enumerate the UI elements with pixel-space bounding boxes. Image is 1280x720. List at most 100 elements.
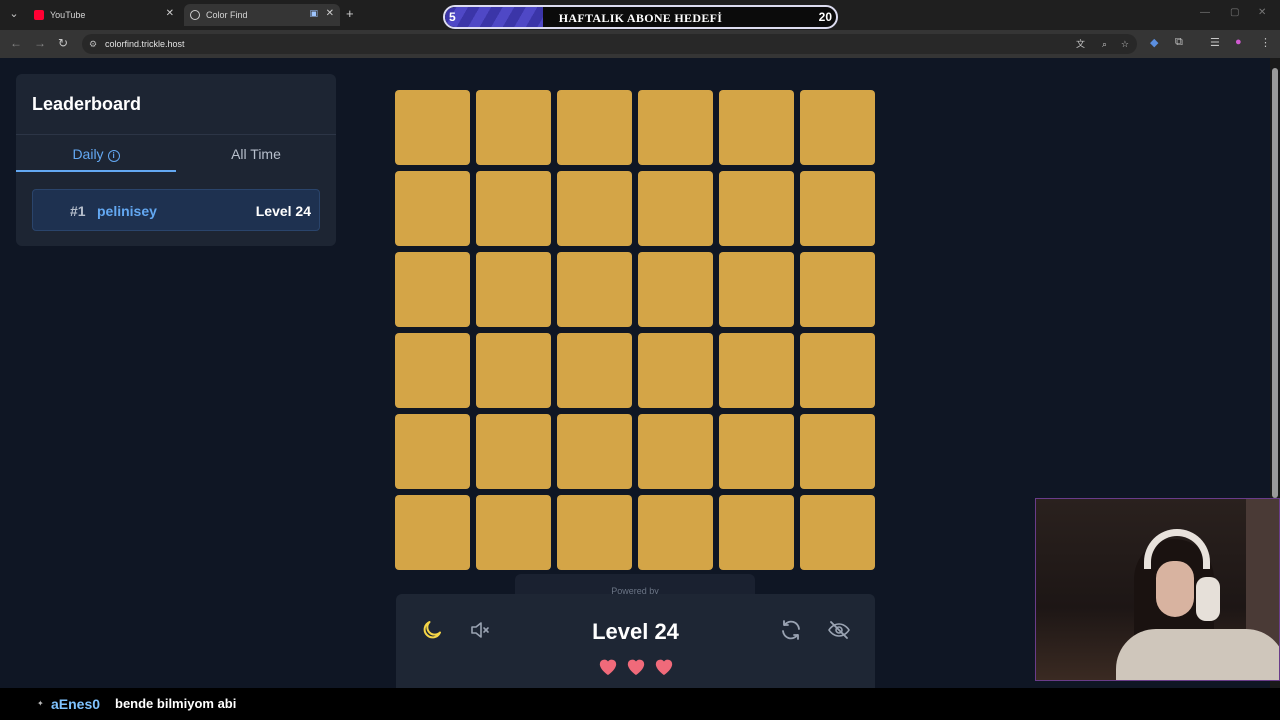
scrollbar-thumb[interactable] — [1272, 68, 1278, 498]
info-icon[interactable]: i — [107, 150, 120, 162]
grid-tile[interactable] — [638, 90, 713, 165]
grid-tile[interactable] — [719, 171, 794, 246]
new-tab-button[interactable]: + — [346, 6, 354, 21]
eye-off-icon[interactable] — [827, 618, 851, 642]
forward-icon[interactable]: → — [34, 36, 46, 50]
translate-icon[interactable]: 文 — [1076, 34, 1085, 54]
leaderboard-panel: Leaderboard Daily i All Time #1 pelinisey… — [16, 74, 336, 246]
grid-tile[interactable] — [557, 414, 632, 489]
current-level: Level 24 — [592, 619, 679, 644]
grid-tile[interactable] — [800, 90, 875, 165]
minimize-button[interactable]: — — [1200, 7, 1210, 18]
close-icon[interactable]: ✕ — [166, 8, 174, 19]
menu-kebab-icon[interactable]: ⋮ — [1260, 36, 1271, 49]
leaderboard-title: Leaderboard — [32, 94, 142, 114]
grid-tile[interactable] — [557, 495, 632, 570]
active-tab-indicator — [16, 170, 176, 172]
color-grid — [395, 90, 875, 570]
url-text: colorfind.trickle.host — [105, 39, 185, 49]
browser-toolbar: ← → ↻ ⚙ colorfind.trickle.host 文 ⌕ ☆ ◆ ⧉… — [0, 30, 1280, 58]
chat-username: aEnes0 — [51, 696, 101, 712]
grid-tile[interactable] — [476, 90, 551, 165]
back-icon[interactable]: ← — [10, 36, 22, 50]
headphone-earcup — [1196, 577, 1220, 621]
grid-tile[interactable] — [800, 414, 875, 489]
goal-title: HAFTALIK ABONE HEDEFİ — [558, 11, 723, 25]
grid-tile[interactable] — [719, 414, 794, 489]
player-level: Level 24 — [255, 203, 311, 219]
webcam-overlay — [1035, 498, 1280, 681]
grid-tile[interactable] — [476, 495, 551, 570]
grid-tile[interactable] — [395, 333, 470, 408]
window-close-button[interactable]: ✕ — [1258, 7, 1266, 18]
tab-all-time[interactable]: All Time — [176, 146, 336, 162]
grid-tile[interactable] — [719, 252, 794, 327]
tab-youtube[interactable]: YouTube ✕ — [28, 4, 180, 26]
grid-tile[interactable] — [800, 333, 875, 408]
tab-search-icon[interactable]: ⌄ — [6, 6, 22, 22]
close-icon[interactable]: ✕ — [326, 8, 334, 19]
maximize-button[interactable]: ▢ — [1230, 7, 1239, 18]
grid-tile[interactable] — [800, 495, 875, 570]
leaderboard-row: #1 pelinisey Level 24 — [32, 189, 320, 231]
grid-tile[interactable] — [395, 495, 470, 570]
reading-list-icon[interactable]: ☰ — [1210, 36, 1220, 49]
grid-tile[interactable] — [638, 495, 713, 570]
tab-title: YouTube — [50, 10, 86, 20]
grid-tile[interactable] — [395, 252, 470, 327]
grid-tile[interactable] — [557, 90, 632, 165]
heart-icon — [599, 659, 616, 676]
grid-tile[interactable] — [557, 171, 632, 246]
webcam-person-face — [1156, 561, 1194, 617]
webcam-person-shirt — [1116, 629, 1279, 680]
powered-by: Powered by — [515, 574, 755, 594]
grid-tile[interactable] — [800, 252, 875, 327]
player-name[interactable]: pelinisey — [97, 203, 157, 219]
grid-tile[interactable] — [476, 171, 551, 246]
grid-tile[interactable] — [638, 414, 713, 489]
site-info-icon[interactable]: ⚙ — [89, 34, 97, 54]
grid-tile[interactable] — [395, 171, 470, 246]
grid-tile[interactable] — [638, 333, 713, 408]
rank: #1 — [70, 203, 86, 219]
grid-tile[interactable] — [800, 171, 875, 246]
tab-daily-label: Daily — [72, 146, 104, 162]
youtube-icon — [34, 10, 44, 20]
grid-tile[interactable] — [476, 252, 551, 327]
grid-tile[interactable] — [638, 252, 713, 327]
chat-message: bende bilmiyom abi — [115, 696, 237, 711]
grid-tile[interactable] — [557, 252, 632, 327]
tab-daily[interactable]: Daily i — [16, 146, 176, 162]
goal-target: 20 — [818, 10, 832, 24]
grid-tile[interactable] — [557, 333, 632, 408]
grid-tile[interactable] — [395, 414, 470, 489]
grid-tile[interactable] — [719, 333, 794, 408]
heart-icon — [655, 659, 672, 676]
chat-overlay: ✦ aEnes0 bende bilmiyom abi — [0, 688, 1280, 720]
heart-icon — [627, 659, 644, 676]
grid-tile[interactable] — [476, 333, 551, 408]
divider — [16, 134, 336, 135]
extensions-puzzle-icon[interactable]: ⧉ — [1175, 36, 1183, 49]
media-icon[interactable]: ▣ — [309, 8, 318, 19]
refresh-icon[interactable] — [779, 618, 803, 642]
tab-title: Color Find — [206, 10, 248, 20]
subscriber-goal-overlay: 5 HAFTALIK ABONE HEDEFİ 20 — [443, 5, 838, 29]
headphones-icon — [1144, 529, 1210, 569]
tab-all-time-label: All Time — [231, 146, 281, 162]
tab-color-find[interactable]: Color Find ▣ ✕ — [184, 4, 340, 26]
lives-hearts — [396, 656, 875, 676]
profile-avatar[interactable]: ● — [1235, 36, 1242, 48]
address-bar[interactable]: ⚙ colorfind.trickle.host 文 ⌕ ☆ — [82, 34, 1137, 54]
site-icon — [190, 10, 200, 20]
zoom-icon[interactable]: ⌕ — [1102, 34, 1107, 54]
reload-icon[interactable]: ↻ — [58, 36, 68, 50]
grid-tile[interactable] — [476, 414, 551, 489]
grid-tile[interactable] — [719, 495, 794, 570]
game-control-panel: Level 24 — [396, 594, 875, 688]
grid-tile[interactable] — [719, 90, 794, 165]
grid-tile[interactable] — [638, 171, 713, 246]
bookmark-star-icon[interactable]: ☆ — [1121, 34, 1129, 54]
extension-icon[interactable]: ◆ — [1150, 36, 1158, 49]
grid-tile[interactable] — [395, 90, 470, 165]
